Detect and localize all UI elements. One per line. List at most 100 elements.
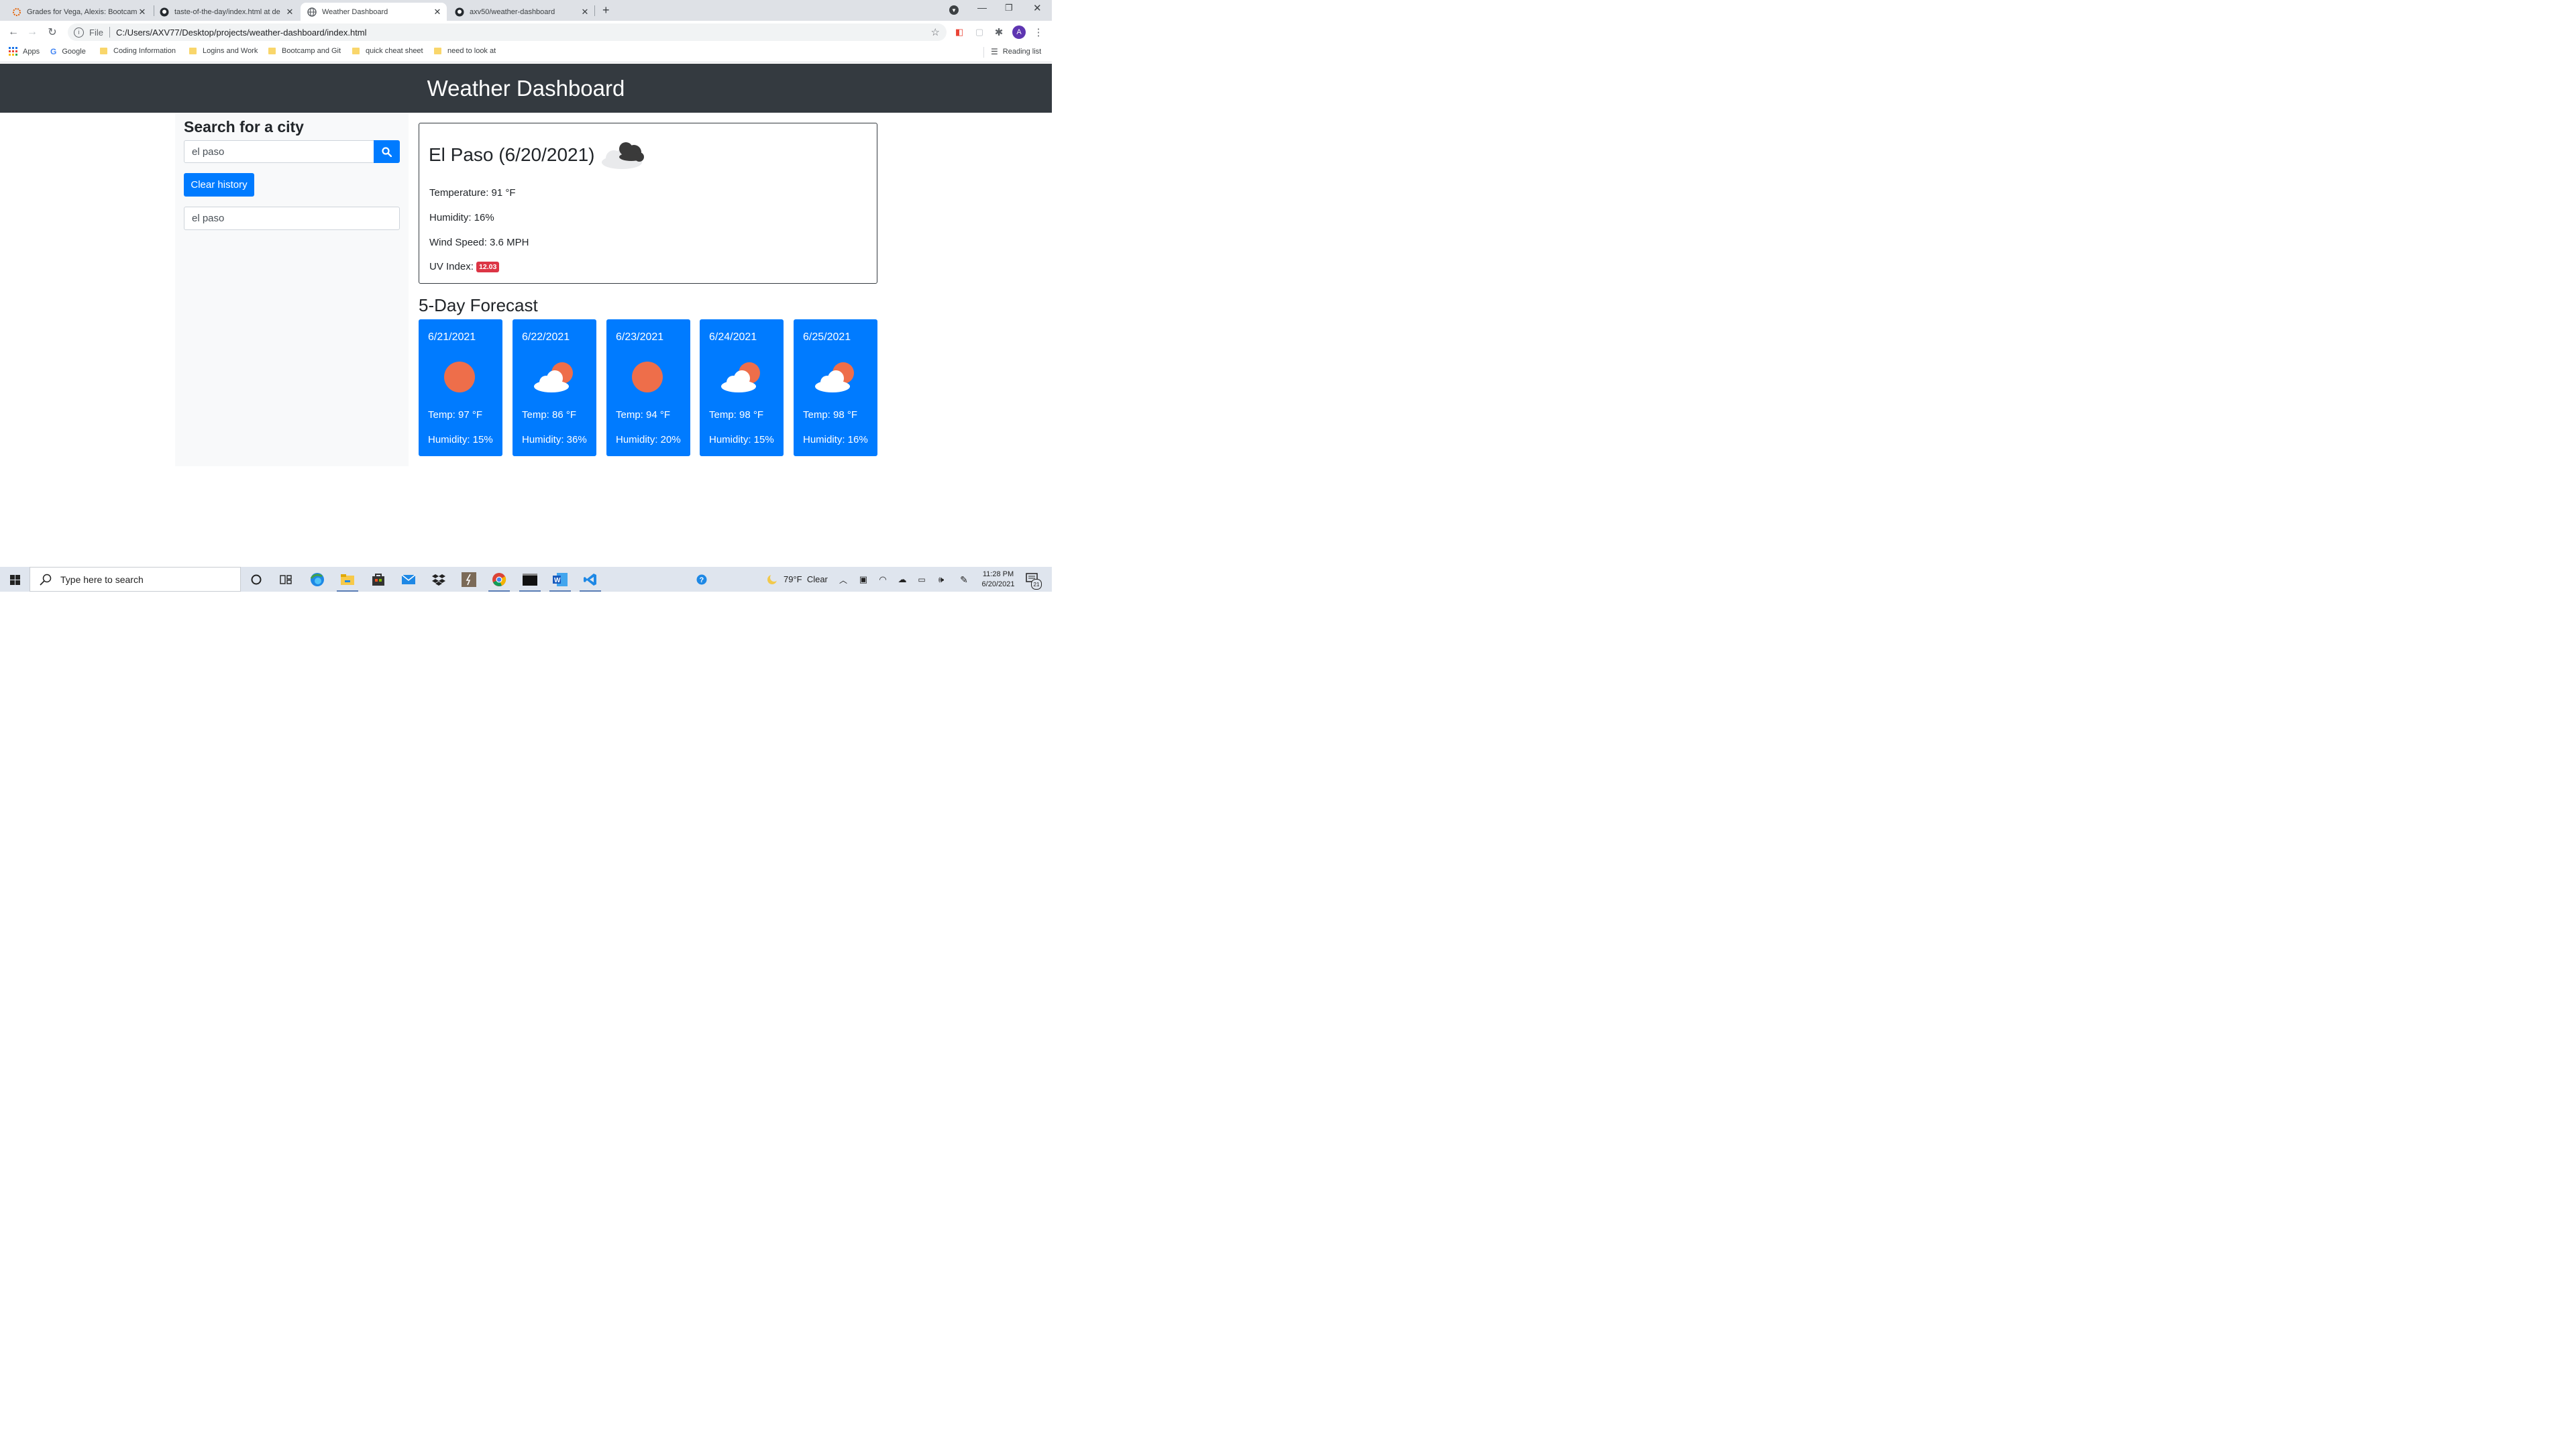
restore-icon[interactable]: ❐ <box>1005 3 1013 13</box>
forecast-date: 6/23/2021 <box>616 331 664 343</box>
extension-icon[interactable]: ▢ <box>972 25 987 40</box>
info-icon[interactable]: i <box>74 27 84 38</box>
bookmark-label: Coding Information <box>113 47 176 55</box>
bookmark-apps[interactable]: Apps <box>9 47 40 56</box>
current-weather-card: El Paso (6/20/2021) Temperature: 91 °F H… <box>419 123 877 284</box>
clear-sun-icon <box>444 362 475 392</box>
tab-title: Grades for Vega, Alexis: Bootcamp <box>27 7 137 16</box>
bookmark-coding-information[interactable]: Coding Information <box>100 47 176 55</box>
cortana-icon[interactable] <box>249 572 264 587</box>
bookmark-need-to-look-at[interactable]: need to look at <box>434 47 496 55</box>
word-icon[interactable]: W <box>553 572 568 587</box>
history-item[interactable]: el paso <box>184 207 400 230</box>
forward-icon[interactable]: → <box>25 25 40 40</box>
city-date-title: El Paso (6/20/2021) <box>429 144 595 165</box>
battery-icon[interactable]: ▭ <box>914 572 929 587</box>
help-icon[interactable]: ? <box>694 572 709 587</box>
bookmark-logins-and-work[interactable]: Logins and Work <box>189 47 258 55</box>
tab-weather-dashboard[interactable]: Weather Dashboard ✕ <box>301 3 447 21</box>
taskbar-date: 6/20/2021 <box>981 580 1015 588</box>
file-explorer-icon[interactable] <box>340 572 355 587</box>
chevron-up-icon[interactable]: ︿ <box>836 572 851 587</box>
bookmark-label: quick cheat sheet <box>366 47 423 55</box>
windows-taskbar: Type here to search W ? 79°F Clear ︿ ▣ ◠… <box>0 567 1052 592</box>
puzzle-icon[interactable]: ✱ <box>991 25 1006 40</box>
profile-avatar[interactable]: A <box>1012 25 1026 39</box>
weather-moon-icon <box>765 572 780 587</box>
reload-icon[interactable]: ↻ <box>45 25 60 40</box>
close-window-icon[interactable]: ✕ <box>1033 2 1042 14</box>
pen-icon[interactable]: ✎ <box>957 572 971 587</box>
forecast-date: 6/24/2021 <box>709 331 757 343</box>
address-bar[interactable]: i File C:/Users/AXV77/Desktop/projects/w… <box>68 23 947 41</box>
taskbar-search-box[interactable]: Type here to search <box>30 567 241 592</box>
tab-grades[interactable]: Grades for Vega, Alexis: Bootcamp ✕ <box>5 3 152 21</box>
chrome-icon[interactable] <box>492 572 506 587</box>
taskbar-time: 11:28 PM <box>982 570 1014 578</box>
bookmark-label: Logins and Work <box>203 47 258 55</box>
windows-start-icon[interactable] <box>7 572 22 587</box>
forecast-humidity: Humidity: 20% <box>616 434 681 445</box>
close-tab-icon[interactable]: ✕ <box>284 7 295 17</box>
clear-history-button[interactable]: Clear history <box>184 173 254 197</box>
tab-taste-of-the-day[interactable]: taste-of-the-day/index.html at de ✕ <box>153 3 299 21</box>
reading-list-button[interactable]: ☰ Reading list <box>991 47 1041 56</box>
bookmark-quick-cheat-sheet[interactable]: quick cheat sheet <box>352 47 423 55</box>
page-header: Weather Dashboard <box>0 64 1052 113</box>
few-clouds-icon <box>534 362 573 392</box>
url-text: C:/Users/AXV77/Desktop/projects/weather-… <box>115 27 367 38</box>
onedrive-icon[interactable]: ☁ <box>895 572 910 587</box>
volume-icon[interactable]: 🕪 <box>934 572 949 587</box>
taskbar-weather[interactable]: 79°F Clear <box>784 574 828 584</box>
store-icon[interactable] <box>371 572 386 587</box>
forecast-card: 6/23/2021 Temp: 94 °F Humidity: 20% <box>606 319 690 456</box>
minimize-icon[interactable]: — <box>977 2 987 13</box>
notifications-button[interactable]: 21 <box>1026 573 1042 590</box>
close-tab-icon[interactable]: ✕ <box>432 7 443 17</box>
tab-title: axv50/weather-dashboard <box>470 7 555 16</box>
forecast-humidity: Humidity: 36% <box>522 434 587 445</box>
taskbar-clock[interactable]: 11:28 PM 6/20/2021 <box>978 570 1018 590</box>
wifi-icon[interactable]: ◠ <box>875 572 890 587</box>
dropbox-icon[interactable] <box>431 572 446 587</box>
folder-icon <box>189 48 197 54</box>
forecast-card: 6/22/2021 Temp: 86 °F Humidity: 36% <box>513 319 596 456</box>
mail-icon[interactable] <box>401 572 416 587</box>
forecast-date: 6/21/2021 <box>428 331 476 343</box>
search-button[interactable] <box>374 140 400 163</box>
bookmark-label: Bootcamp and Git <box>282 47 341 55</box>
reading-list-icon: ☰ <box>991 47 998 56</box>
uv-index-badge: 12.03 <box>476 262 500 273</box>
uv-index-row: UV Index: 12.03 <box>429 261 500 273</box>
vscode-icon[interactable] <box>583 572 598 587</box>
tab-search-icon[interactable]: ▼ <box>949 5 959 15</box>
bookmark-google[interactable]: G Google <box>50 47 86 56</box>
command-prompt-icon[interactable] <box>523 572 537 587</box>
folder-icon <box>352 48 360 54</box>
globe-icon <box>307 7 317 17</box>
city-search-input[interactable]: el paso <box>184 140 374 163</box>
cast-extension-icon[interactable]: ◧ <box>952 25 967 40</box>
terminal-app-icon[interactable] <box>462 572 476 587</box>
broken-clouds-icon <box>602 142 644 169</box>
forecast-humidity: Humidity: 16% <box>803 434 868 445</box>
forecast-humidity: Humidity: 15% <box>709 434 774 445</box>
bookmark-label: Google <box>62 48 86 56</box>
wind-speed-text: Wind Speed: 3.6 MPH <box>429 237 529 248</box>
new-tab-button[interactable]: + <box>602 3 610 17</box>
few-clouds-icon <box>721 362 760 392</box>
tab-axv50-weather-dashboard[interactable]: axv50/weather-dashboard ✕ <box>448 3 594 21</box>
folder-icon <box>434 48 441 54</box>
edge-icon[interactable] <box>310 572 325 587</box>
close-tab-icon[interactable]: ✕ <box>137 7 148 17</box>
svg-text:?: ? <box>700 576 704 584</box>
back-icon[interactable]: ← <box>6 25 21 40</box>
close-tab-icon[interactable]: ✕ <box>580 7 590 17</box>
bookmark-label: need to look at <box>447 47 496 55</box>
task-view-icon[interactable] <box>278 572 293 587</box>
search-heading: Search for a city <box>184 118 304 136</box>
meet-now-icon[interactable]: ▣ <box>856 572 871 587</box>
menu-icon[interactable]: ⋮ <box>1031 25 1046 40</box>
bookmark-star-icon[interactable]: ☆ <box>931 26 940 38</box>
bookmark-bootcamp-and-git[interactable]: Bootcamp and Git <box>268 47 341 55</box>
